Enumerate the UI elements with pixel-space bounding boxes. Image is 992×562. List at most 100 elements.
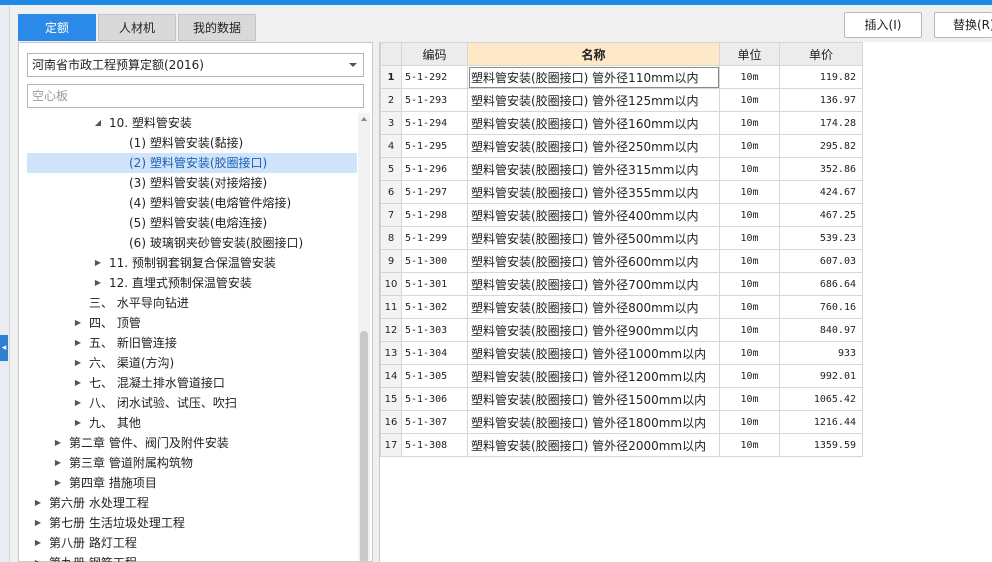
cell-price[interactable]: 1065.42 bbox=[779, 387, 863, 411]
cell-code[interactable]: 5-1-300 bbox=[401, 249, 468, 273]
cell-code[interactable]: 5-1-298 bbox=[401, 203, 468, 227]
cell-code[interactable]: 5-1-305 bbox=[401, 364, 468, 388]
cell-unit[interactable]: 10m bbox=[719, 249, 780, 273]
row-number[interactable]: 13 bbox=[380, 341, 402, 365]
column-header-name[interactable]: 名称 bbox=[467, 42, 720, 66]
column-header-code[interactable]: 编码 bbox=[401, 42, 468, 66]
cell-code[interactable]: 5-1-293 bbox=[401, 88, 468, 112]
expand-icon[interactable]: ▶ bbox=[93, 273, 103, 293]
tree-item[interactable]: (4) 塑料管安装(电熔管件熔接) bbox=[27, 193, 357, 213]
cell-unit[interactable]: 10m bbox=[719, 433, 780, 457]
cell-unit[interactable]: 10m bbox=[719, 65, 780, 89]
row-number[interactable]: 9 bbox=[380, 249, 402, 273]
cell-code[interactable]: 5-1-306 bbox=[401, 387, 468, 411]
cell-unit[interactable]: 10m bbox=[719, 341, 780, 365]
tree-item[interactable]: (2) 塑料管安装(胶圈接口) bbox=[27, 153, 357, 173]
tree-item[interactable]: ▶ 第七册 生活垃圾处理工程 bbox=[27, 513, 357, 533]
expand-icon[interactable]: ▶ bbox=[73, 413, 83, 433]
tree-item[interactable]: (3) 塑料管安装(对接熔接) bbox=[27, 173, 357, 193]
tree-item[interactable]: ▶ 九、 其他 bbox=[27, 413, 357, 433]
row-number[interactable]: 1 bbox=[380, 65, 402, 89]
cell-code[interactable]: 5-1-303 bbox=[401, 318, 468, 342]
row-number[interactable]: 12 bbox=[380, 318, 402, 342]
expand-icon[interactable]: ▶ bbox=[73, 333, 83, 353]
chevron-down-icon[interactable] bbox=[349, 63, 357, 67]
tree-item[interactable]: ▶ 第三章 管道附属构筑物 bbox=[27, 453, 357, 473]
cell-price[interactable]: 352.86 bbox=[779, 157, 863, 181]
table-row[interactable]: 9 5-1-300 塑料管安装(胶圈接口) 管外径600mm以内 10m 607.03 bbox=[380, 249, 863, 273]
expand-icon[interactable]: ▶ bbox=[73, 373, 83, 393]
tree-item[interactable]: ▶ 第四章 措施项目 bbox=[27, 473, 357, 493]
cell-name[interactable]: 塑料管安装(胶圈接口) 管外径2000mm以内 bbox=[467, 433, 720, 457]
table-row[interactable]: 4 5-1-295 塑料管安装(胶圈接口) 管外径250mm以内 10m 295.82 bbox=[380, 134, 863, 158]
scroll-up-icon[interactable] bbox=[361, 117, 367, 121]
cell-code[interactable]: 5-1-302 bbox=[401, 295, 468, 319]
tree-item[interactable]: ▶ 五、 新旧管连接 bbox=[27, 333, 357, 353]
table-row[interactable]: 10 5-1-301 塑料管安装(胶圈接口) 管外径700mm以内 10m 686.64 bbox=[380, 272, 863, 296]
cell-name[interactable]: 塑料管安装(胶圈接口) 管外径250mm以内 bbox=[467, 134, 720, 158]
table-row[interactable]: 17 5-1-308 塑料管安装(胶圈接口) 管外径2000mm以内 10m 1359.… bbox=[380, 433, 863, 457]
collapse-icon[interactable]: ◢ bbox=[93, 113, 103, 133]
table-row[interactable]: 2 5-1-293 塑料管安装(胶圈接口) 管外径125mm以内 10m 136.97 bbox=[380, 88, 863, 112]
row-number[interactable]: 7 bbox=[380, 203, 402, 227]
cell-name[interactable]: 塑料管安装(胶圈接口) 管外径160mm以内 bbox=[467, 111, 720, 135]
row-number[interactable]: 14 bbox=[380, 364, 402, 388]
expand-icon[interactable]: ▶ bbox=[53, 453, 63, 473]
scrollbar-thumb[interactable] bbox=[360, 331, 368, 562]
cell-price[interactable]: 1359.59 bbox=[779, 433, 863, 457]
cell-code[interactable]: 5-1-294 bbox=[401, 111, 468, 135]
table-row[interactable]: 5 5-1-296 塑料管安装(胶圈接口) 管外径315mm以内 10m 352.86 bbox=[380, 157, 863, 181]
cell-unit[interactable]: 10m bbox=[719, 226, 780, 250]
cell-unit[interactable]: 10m bbox=[719, 272, 780, 296]
row-number[interactable]: 3 bbox=[380, 111, 402, 135]
table-row[interactable]: 3 5-1-294 塑料管安装(胶圈接口) 管外径160mm以内 10m 174.28 bbox=[380, 111, 863, 135]
cell-name[interactable]: 塑料管安装(胶圈接口) 管外径125mm以内 bbox=[467, 88, 720, 112]
tree-item[interactable]: ▶ 第二章 管件、阀门及附件安装 bbox=[27, 433, 357, 453]
cell-code[interactable]: 5-1-295 bbox=[401, 134, 468, 158]
cell-price[interactable]: 607.03 bbox=[779, 249, 863, 273]
expand-icon[interactable]: ▶ bbox=[53, 433, 63, 453]
cell-name[interactable]: 塑料管安装(胶圈接口) 管外径800mm以内 bbox=[467, 295, 720, 319]
cell-name[interactable]: 塑料管安装(胶圈接口) 管外径110mm以内 bbox=[467, 65, 720, 89]
table-row[interactable]: 16 5-1-307 塑料管安装(胶圈接口) 管外径1800mm以内 10m 1216.… bbox=[380, 410, 863, 434]
row-number[interactable]: 11 bbox=[380, 295, 402, 319]
cell-name[interactable]: 塑料管安装(胶圈接口) 管外径900mm以内 bbox=[467, 318, 720, 342]
table-row[interactable]: 15 5-1-306 塑料管安装(胶圈接口) 管外径1500mm以内 10m 1065.… bbox=[380, 387, 863, 411]
cell-price[interactable]: 539.23 bbox=[779, 226, 863, 250]
row-number[interactable]: 16 bbox=[380, 410, 402, 434]
row-number[interactable]: 2 bbox=[380, 88, 402, 112]
cell-unit[interactable]: 10m bbox=[719, 410, 780, 434]
cell-price[interactable]: 295.82 bbox=[779, 134, 863, 158]
cell-price[interactable]: 760.16 bbox=[779, 295, 863, 319]
tree-item[interactable]: ▶ 第八册 路灯工程 bbox=[27, 533, 357, 553]
cell-name[interactable]: 塑料管安装(胶圈接口) 管外径355mm以内 bbox=[467, 180, 720, 204]
cell-code[interactable]: 5-1-301 bbox=[401, 272, 468, 296]
cell-code[interactable]: 5-1-307 bbox=[401, 410, 468, 434]
cell-name[interactable]: 塑料管安装(胶圈接口) 管外径1500mm以内 bbox=[467, 387, 720, 411]
quota-library-select[interactable]: 河南省市政工程预算定额(2016) bbox=[27, 53, 364, 77]
cell-unit[interactable]: 10m bbox=[719, 180, 780, 204]
table-row[interactable]: 1 5-1-292 塑料管安装(胶圈接口) 管外径110mm以内 10m 119.82 bbox=[380, 65, 863, 89]
dock-tab[interactable]: ◂ bbox=[0, 335, 8, 361]
tree-item[interactable]: ▶ 12. 直埋式预制保温管安装 bbox=[27, 273, 357, 293]
tab-quota[interactable]: 定额 bbox=[18, 14, 96, 41]
replace-button[interactable]: 替换(R) bbox=[934, 12, 992, 38]
table-row[interactable]: 7 5-1-298 塑料管安装(胶圈接口) 管外径400mm以内 10m 467.25 bbox=[380, 203, 863, 227]
tree-item[interactable]: 三、 水平导向钻进 bbox=[27, 293, 357, 313]
expand-icon[interactable]: ▶ bbox=[73, 353, 83, 373]
tree-item[interactable]: ▶ 六、 渠道(方沟) bbox=[27, 353, 357, 373]
cell-price[interactable]: 119.82 bbox=[779, 65, 863, 89]
cell-code[interactable]: 5-1-297 bbox=[401, 180, 468, 204]
row-number[interactable]: 17 bbox=[380, 433, 402, 457]
tree-scrollbar[interactable] bbox=[358, 113, 370, 562]
column-header-unit[interactable]: 单位 bbox=[719, 42, 780, 66]
cell-price[interactable]: 467.25 bbox=[779, 203, 863, 227]
tree-item[interactable]: ▶ 第六册 水处理工程 bbox=[27, 493, 357, 513]
cell-name[interactable]: 塑料管安装(胶圈接口) 管外径1000mm以内 bbox=[467, 341, 720, 365]
cell-name[interactable]: 塑料管安装(胶圈接口) 管外径400mm以内 bbox=[467, 203, 720, 227]
row-number[interactable]: 15 bbox=[380, 387, 402, 411]
row-number[interactable]: 10 bbox=[380, 272, 402, 296]
table-row[interactable]: 8 5-1-299 塑料管安装(胶圈接口) 管外径500mm以内 10m 539.23 bbox=[380, 226, 863, 250]
tree-item[interactable]: (1) 塑料管安装(黏接) bbox=[27, 133, 357, 153]
cell-name[interactable]: 塑料管安装(胶圈接口) 管外径1800mm以内 bbox=[467, 410, 720, 434]
